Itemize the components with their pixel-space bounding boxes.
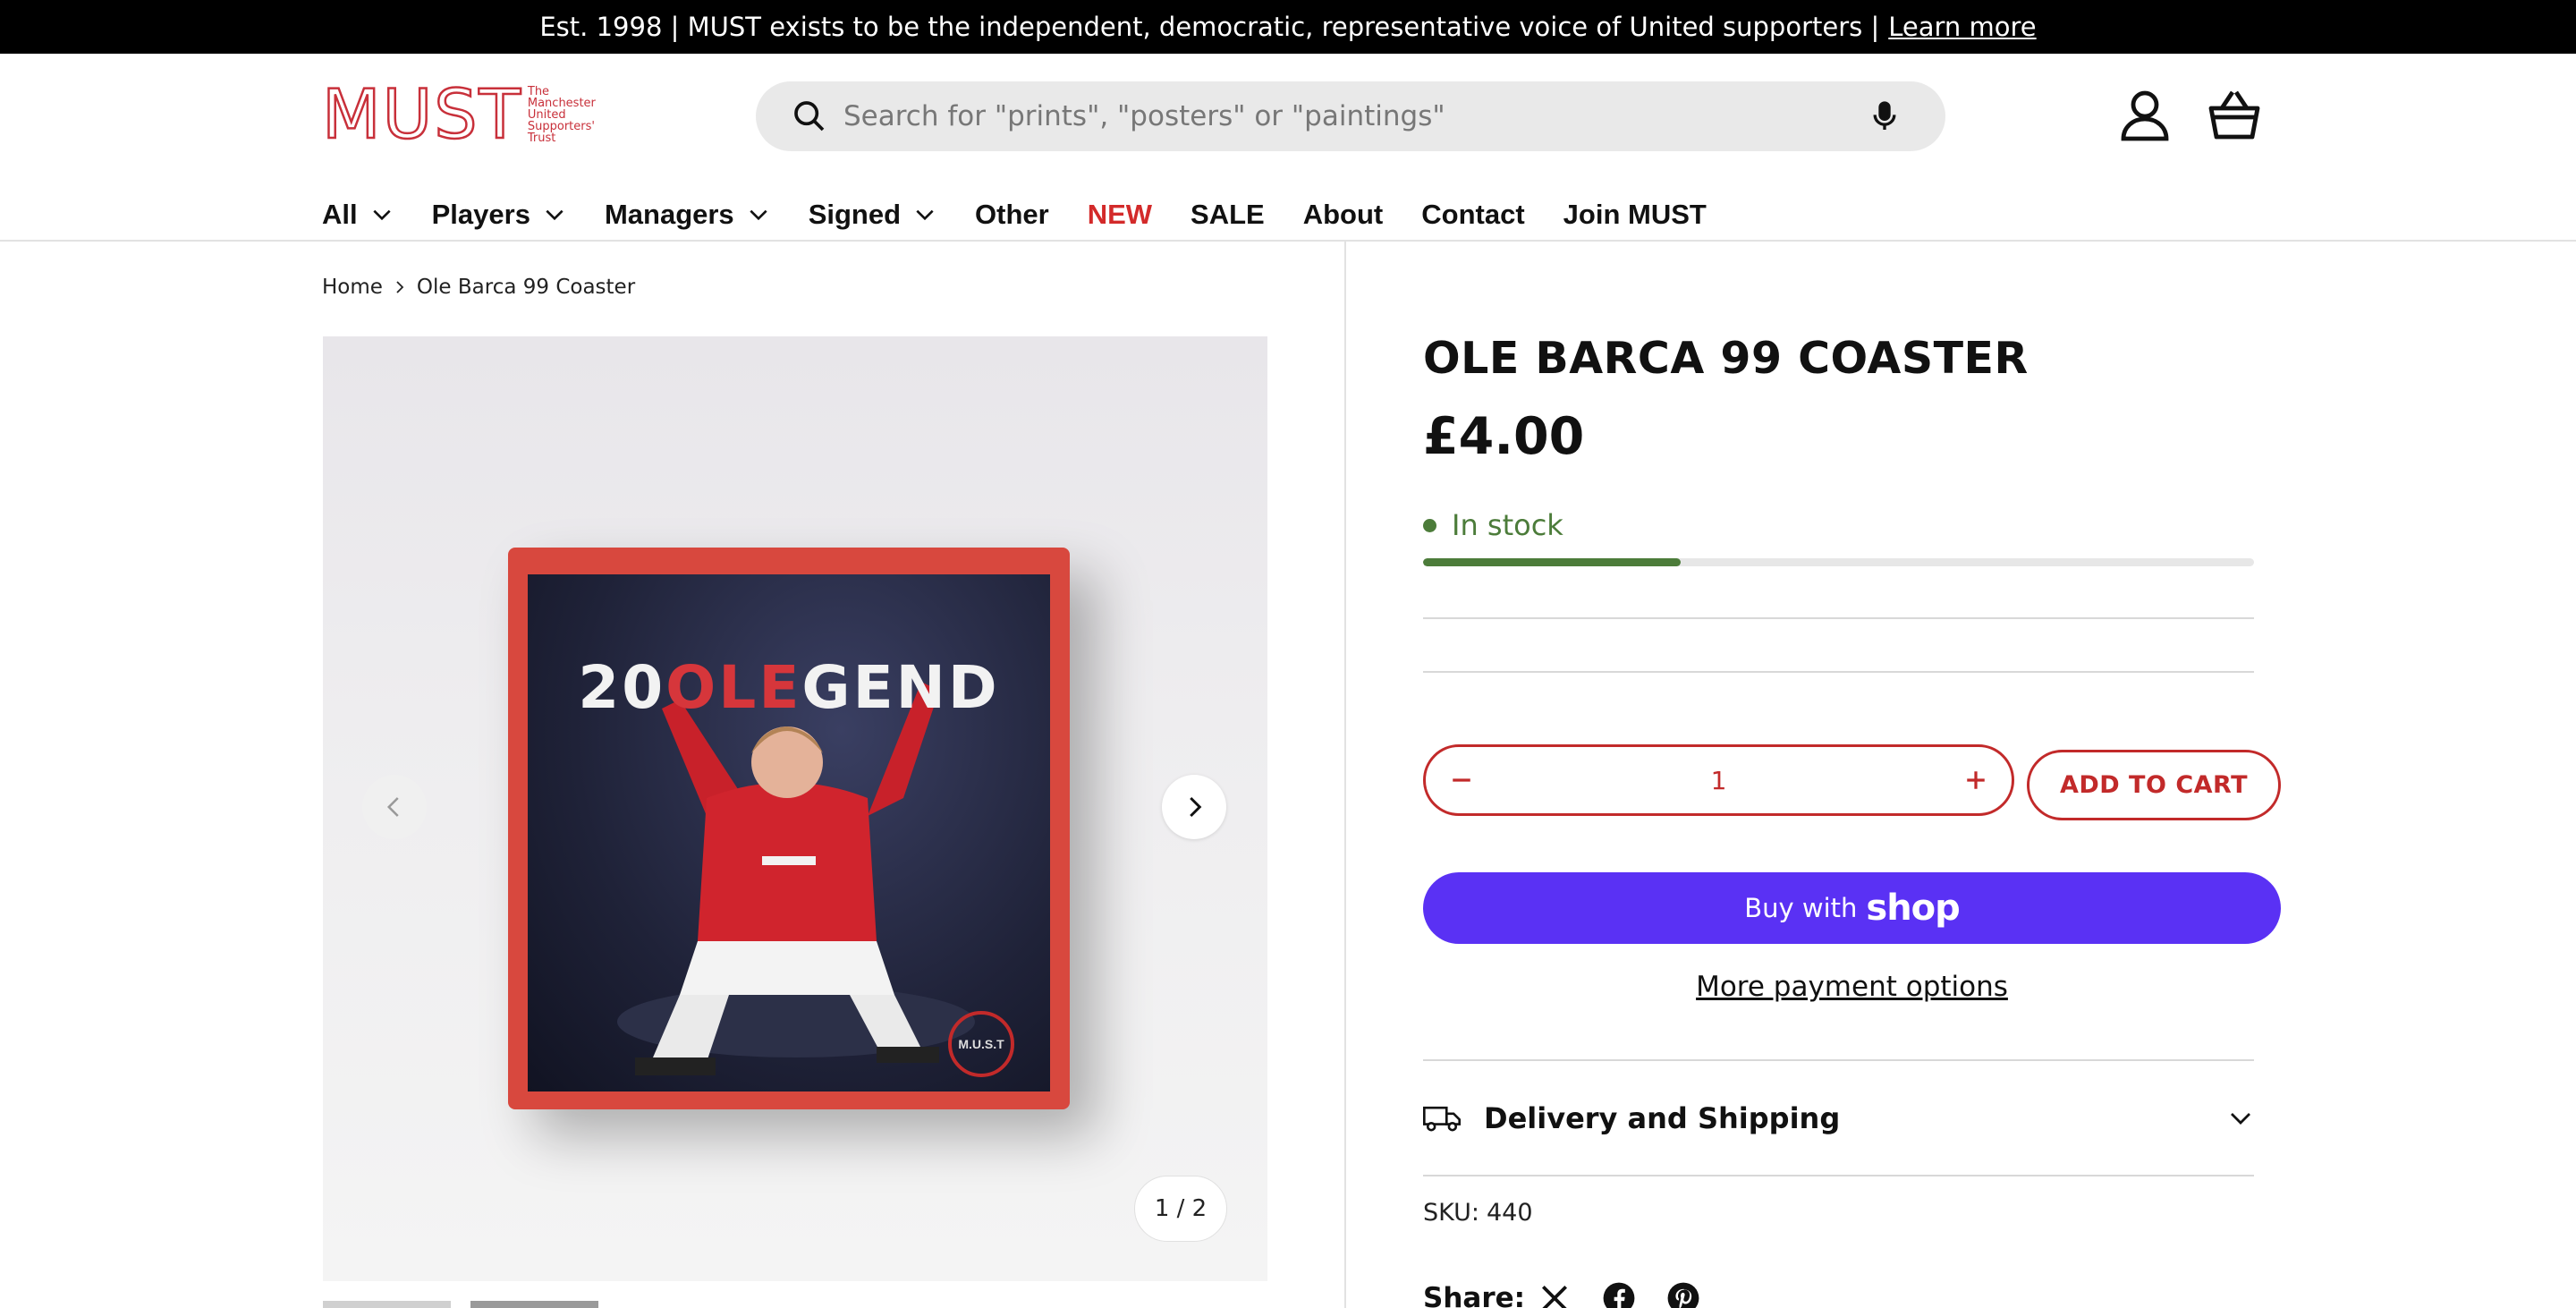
chevron-down-icon	[2231, 1113, 2250, 1125]
coaster-text-red: OLE	[665, 653, 802, 722]
gallery-counter: 1 / 2	[1134, 1176, 1227, 1242]
nav-item-label: All	[322, 199, 358, 230]
chevron-down-icon	[750, 209, 767, 221]
thumbnail-2[interactable]	[470, 1301, 598, 1308]
minus-icon	[1453, 778, 1470, 782]
quantity-input[interactable]: 1	[1711, 766, 1727, 795]
nav-item-players[interactable]: Players	[432, 199, 566, 231]
chevron-down-icon	[916, 209, 934, 221]
chevron-down-icon	[546, 209, 564, 221]
nav-item-managers[interactable]: Managers	[605, 199, 770, 231]
coaster-artwork: 20OLEGEND M.U.S.T	[528, 574, 1050, 1091]
must-logo[interactable]: MUST The Manchester United Supporters' T…	[321, 74, 617, 154]
share-row: Share:	[1423, 1281, 1700, 1308]
buy-with-shop-button[interactable]: Buy with shop	[1423, 872, 2281, 944]
coaster-text-part: GEND	[801, 653, 1000, 722]
divider	[1423, 1175, 2254, 1176]
logo-subtitle: The Manchester United Supporters' Trust	[528, 86, 596, 144]
divider	[1423, 671, 2254, 673]
delivery-shipping-label: Delivery and Shipping	[1484, 1101, 1841, 1135]
logo-sub-line: Trust	[527, 132, 556, 145]
buy-with-label: Buy with	[1744, 893, 1858, 923]
nav-item-all[interactable]: All	[322, 199, 394, 231]
breadcrumb: Home Ole Barca 99 Coaster	[322, 276, 635, 299]
site-header: MUST The Manchester United Supporters' T…	[0, 54, 2576, 242]
stock-label: In stock	[1452, 508, 1563, 542]
product-price: £4.00	[1423, 407, 1585, 466]
stock-level-bar	[1423, 558, 2254, 566]
main-nav: All Players Managers Signed Other NEW SALE Abou…	[322, 192, 1745, 237]
nav-item-label: Join MUST	[1563, 199, 1707, 230]
chevron-left-icon	[386, 797, 399, 817]
sku-value: 440	[1486, 1199, 1533, 1227]
stock-status: In stock	[1423, 508, 1563, 542]
nav-item-label: Managers	[604, 199, 734, 230]
stock-level-fill	[1423, 558, 1681, 566]
breadcrumb-home[interactable]: Home	[322, 276, 383, 299]
nav-item-other[interactable]: Other	[975, 199, 1049, 231]
more-payment-options-link[interactable]: More payment options	[1423, 971, 2281, 1003]
nav-item-sale[interactable]: SALE	[1191, 199, 1265, 231]
thumbnail-1[interactable]	[323, 1301, 451, 1308]
facebook-icon[interactable]	[1602, 1281, 1636, 1308]
truck-icon	[1423, 1106, 1461, 1132]
nav-item-signed[interactable]: Signed	[809, 199, 936, 231]
pinterest-icon[interactable]	[1666, 1281, 1700, 1308]
nav-item-label: Other	[975, 199, 1049, 230]
share-label: Share:	[1423, 1282, 1526, 1308]
search-input[interactable]	[843, 100, 1827, 132]
gallery-prev-button[interactable]	[362, 775, 427, 839]
search-bar	[756, 81, 1945, 151]
nav-item-label: Contact	[1421, 199, 1525, 230]
user-icon[interactable]	[2116, 87, 2174, 144]
sku-label: SKU:	[1423, 1199, 1479, 1227]
nav-item-label: About	[1302, 199, 1384, 230]
nav-item-join-must[interactable]: Join MUST	[1563, 199, 1707, 231]
quantity-increase-button[interactable]	[1940, 747, 2012, 813]
announcement-bar: Est. 1998 | MUST exists to be the indepe…	[0, 0, 2576, 54]
learn-more-link[interactable]: Learn more	[1888, 12, 2036, 42]
search-icon[interactable]	[792, 98, 827, 134]
nav-item-label: NEW	[1087, 199, 1153, 230]
nav-item-new[interactable]: NEW	[1088, 199, 1152, 231]
coaster-text-part: 20	[578, 653, 666, 722]
divider	[1423, 617, 2254, 619]
must-badge: M.U.S.T	[948, 1011, 1014, 1077]
logo-wordmark: MUST	[321, 74, 522, 154]
nav-item-label: Players	[431, 199, 530, 230]
nav-item-contact[interactable]: Contact	[1421, 199, 1524, 231]
nav-item-about[interactable]: About	[1303, 199, 1384, 231]
quantity-decrease-button[interactable]	[1426, 747, 1497, 813]
quantity-stepper: 1	[1423, 744, 2014, 816]
chevron-right-icon	[1190, 796, 1202, 818]
product-image-coaster: 20OLEGEND M.U.S.T	[508, 548, 1070, 1109]
product-title: OLE BARCA 99 COASTER	[1423, 333, 2029, 384]
gallery-next-button[interactable]	[1162, 775, 1226, 839]
product-gallery[interactable]: 20OLEGEND M.U.S.T 1 / 2	[323, 336, 1267, 1281]
shop-logo: shop	[1866, 888, 1960, 929]
nav-item-label: Signed	[808, 199, 902, 230]
delivery-shipping-accordion[interactable]: Delivery and Shipping	[1423, 1060, 2254, 1176]
chevron-right-icon	[396, 281, 404, 293]
sku: SKU: 440	[1423, 1199, 1533, 1227]
microphone-icon[interactable]	[1867, 98, 1902, 134]
add-to-cart-button[interactable]: ADD TO CART	[2027, 750, 2281, 820]
nav-item-label: SALE	[1191, 199, 1265, 230]
chevron-down-icon	[373, 209, 391, 221]
basket-icon[interactable]	[2206, 87, 2263, 144]
breadcrumb-current: Ole Barca 99 Coaster	[416, 276, 636, 299]
stock-dot-icon	[1423, 518, 1436, 532]
x-twitter-icon[interactable]	[1538, 1281, 1572, 1308]
plus-icon	[1967, 771, 1985, 789]
column-divider	[1344, 242, 1346, 1308]
announcement-text: Est. 1998 | MUST exists to be the indepe…	[539, 12, 1880, 42]
coaster-title-text: 20OLEGEND	[528, 653, 1050, 722]
